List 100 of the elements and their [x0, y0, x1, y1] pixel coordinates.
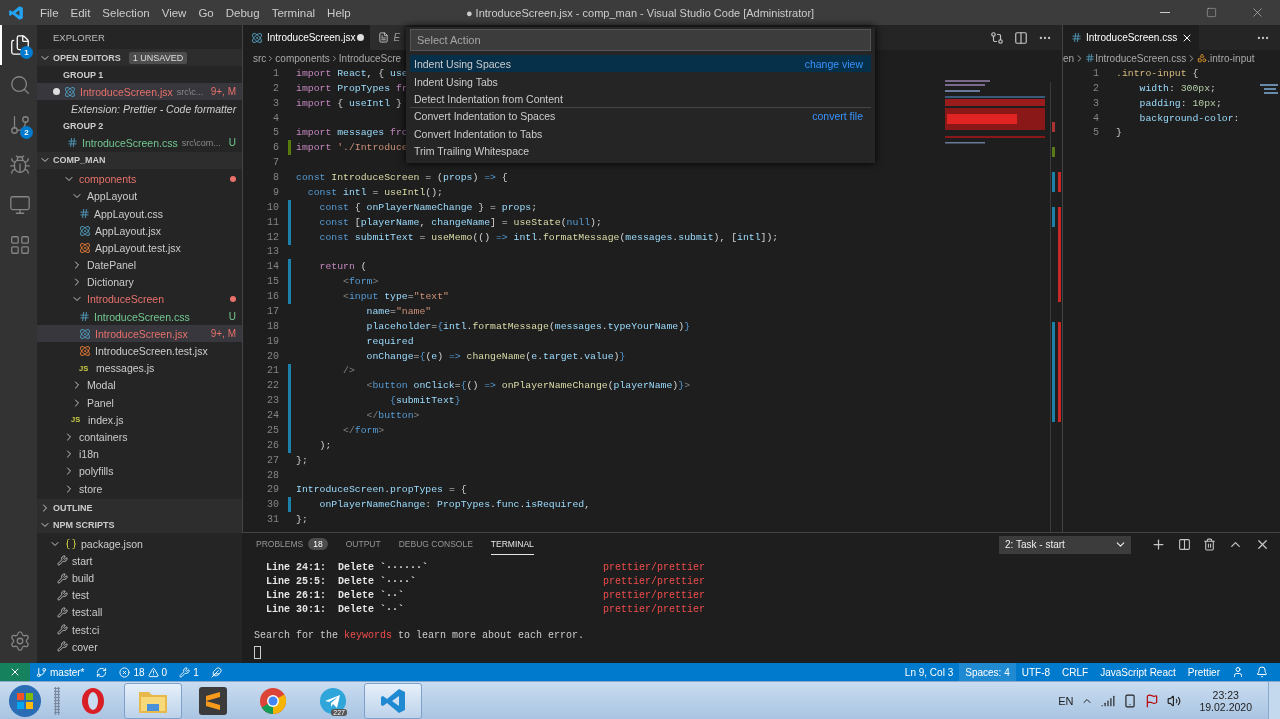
- tree-item[interactable]: package.json: [37, 535, 242, 553]
- action-link[interactable]: change view: [804, 58, 867, 71]
- tree-item[interactable]: components: [37, 170, 242, 188]
- unsaved-dot: [357, 34, 365, 41]
- breadcrumb[interactable]: IntroduceScre: [338, 52, 402, 64]
- tools-item[interactable]: 1: [173, 663, 205, 681]
- status-item[interactable]: Prettier: [1181, 663, 1226, 681]
- section-header[interactable]: NPM SCRIPTS: [37, 516, 242, 534]
- action-item[interactable]: Convert Indentation to Tabs: [410, 124, 871, 142]
- tree-item[interactable]: IntroduceScreen: [37, 290, 242, 309]
- tree-item[interactable]: Dictionary: [37, 273, 242, 291]
- tree-item[interactable]: AppLayout: [37, 187, 242, 205]
- branch-item[interactable]: master*: [30, 663, 91, 681]
- editor-tab[interactable]: IntroduceScreen.css: [1063, 25, 1200, 50]
- rule-name: prettier/prettier: [603, 575, 707, 587]
- tree-item[interactable]: i18n: [37, 445, 242, 463]
- line-number: 8: [272, 172, 279, 184]
- status-item[interactable]: Ln 9, Col 3: [898, 663, 960, 681]
- menu-item[interactable]: Debug: [219, 6, 266, 19]
- breadcrumb[interactable]: en: [1063, 52, 1075, 64]
- speaker-icon[interactable]: [1167, 693, 1182, 708]
- clock[interactable]: 23:23 19.02.2020: [1199, 688, 1252, 713]
- action-item[interactable]: Convert Indentation to Spaces convert file: [410, 107, 871, 125]
- menu-item[interactable]: File: [34, 6, 65, 19]
- action-item[interactable]: Indent Using Tabs: [410, 72, 871, 90]
- panel-tab[interactable]: DEBUG CONSOLE: [398, 534, 473, 555]
- menu-item[interactable]: Edit: [64, 6, 97, 19]
- tree-item[interactable]: start: [37, 552, 242, 570]
- tree-item[interactable]: test:all: [37, 603, 242, 622]
- language-indicator[interactable]: EN: [1058, 694, 1074, 707]
- tree-item[interactable]: Panel: [37, 394, 242, 412]
- flag-icon[interactable]: [1145, 693, 1160, 708]
- open-editor-item[interactable]: IntroduceScreen.css src\com... U: [37, 134, 242, 152]
- remote-button[interactable]: [0, 663, 30, 681]
- tree-item[interactable]: cover: [37, 638, 242, 656]
- section-header[interactable]: COMP_MAN: [37, 151, 242, 169]
- editor-tab[interactable]: E: [370, 25, 407, 50]
- wrench-icon: [57, 606, 68, 618]
- tree-item[interactable]: AppLayout.css: [37, 204, 242, 223]
- problems-item[interactable]: 18 0: [113, 663, 174, 681]
- tree-item[interactable]: store: [37, 479, 242, 498]
- action-item[interactable]: Indent Using Spaces change view: [410, 55, 871, 73]
- action-link[interactable]: convert file: [812, 110, 867, 123]
- menu-item[interactable]: Terminal: [265, 6, 322, 19]
- tree-item[interactable]: test: [37, 586, 242, 604]
- open-editor-item[interactable]: Extension: Prettier - Code formatter: [37, 100, 242, 118]
- tree-item[interactable]: IntroduceScreen.jsx 9+, M: [37, 325, 242, 343]
- code-line: </form>: [342, 424, 385, 436]
- action-item[interactable]: Trim Trailing Whitespace: [410, 141, 871, 160]
- split-terminal-icon[interactable]: [1178, 538, 1191, 551]
- trash-icon[interactable]: [1203, 538, 1216, 551]
- code-line: {submitText}: [389, 395, 461, 407]
- tree-item[interactable]: test:ci: [37, 621, 242, 639]
- tree-item[interactable]: AppLayout.test.jsx: [37, 239, 242, 257]
- split-editor-icon[interactable]: [1014, 30, 1028, 45]
- tree-item[interactable]: containers: [37, 428, 242, 446]
- action-item[interactable]: Detect Indentation from Content: [410, 89, 871, 108]
- tree-item[interactable]: DatePanel: [37, 256, 242, 274]
- tree-item[interactable]: build: [37, 569, 242, 587]
- minimap-drawing: [1260, 84, 1280, 96]
- code-line: width: 300px;: [1138, 82, 1216, 94]
- panel-tab[interactable]: TERMINAL: [490, 534, 534, 555]
- status-item[interactable]: Spaces: 4: [959, 663, 1016, 681]
- panel-tab[interactable]: PROBLEMS 18: [256, 534, 328, 555]
- count-badge: 18: [308, 538, 328, 550]
- status-item[interactable]: CRLF: [1056, 663, 1095, 681]
- compare-icon[interactable]: [990, 30, 1004, 45]
- action-input[interactable]: Select Action: [410, 29, 871, 51]
- menu-item[interactable]: Selection: [96, 6, 156, 19]
- count-badge: 1: [20, 46, 33, 59]
- close-icon[interactable]: [1255, 537, 1270, 552]
- terminal-select[interactable]: 2: Task - start: [999, 535, 1131, 554]
- tree-item[interactable]: polyfills: [37, 462, 242, 480]
- line-number: 3: [272, 97, 279, 109]
- section-header[interactable]: OPEN EDITORS 1 UNSAVED: [37, 49, 242, 66]
- editor-tab[interactable]: IntroduceScreen.jsx: [243, 25, 371, 50]
- breadcrumb[interactable]: src: [253, 52, 267, 64]
- line-number: 2: [1092, 82, 1099, 94]
- breadcrumb[interactable]: .intro-input: [1207, 52, 1255, 64]
- tree-item[interactable]: AppLayout.jsx: [37, 222, 242, 240]
- terminal-cursor: [254, 646, 261, 659]
- tree-item[interactable]: IntroduceScreen.test.jsx: [37, 342, 242, 360]
- panel-tab[interactable]: OUTPUT: [345, 534, 381, 555]
- tree-item[interactable]: IntroduceScreen.css U: [37, 308, 242, 326]
- line-number: 5: [1092, 127, 1099, 139]
- menu-item[interactable]: Help: [321, 6, 357, 19]
- status-item[interactable]: UTF-8: [1015, 663, 1057, 681]
- source-control-button[interactable]: 2: [0, 105, 37, 145]
- signal-icon[interactable]: [1101, 693, 1116, 708]
- breadcrumb[interactable]: IntroduceScreen.css: [1095, 52, 1187, 64]
- tree-item[interactable]: Modal: [37, 376, 242, 394]
- add-icon[interactable]: [1151, 537, 1166, 552]
- line-number: 26: [266, 439, 279, 451]
- device-icon[interactable]: [1123, 693, 1138, 708]
- menu-item[interactable]: Go: [192, 6, 220, 19]
- open-editor-item[interactable]: IntroduceScreen.jsx src\c... 9+, M: [37, 83, 242, 101]
- breadcrumb[interactable]: components: [275, 52, 330, 64]
- status-item[interactable]: JavaScript React: [1094, 663, 1182, 681]
- section-header[interactable]: OUTLINE: [37, 499, 242, 517]
- menu-item[interactable]: View: [155, 6, 193, 19]
